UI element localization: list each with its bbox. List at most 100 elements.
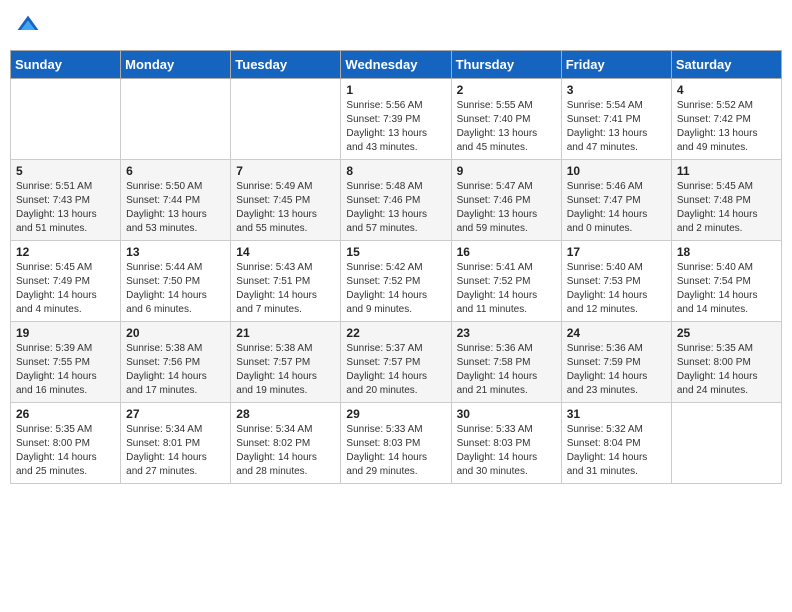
- logo: [16, 14, 42, 38]
- calendar-cell: 10Sunrise: 5:46 AM Sunset: 7:47 PM Dayli…: [561, 160, 671, 241]
- calendar-cell: 19 Sunrise: 5:39 AM Sunset: 7:55 PM Dayli…: [11, 322, 121, 403]
- calendar-cell: 30Sunrise: 5:33 AM Sunset: 8:03 PM Dayli…: [451, 403, 561, 484]
- calendar-cell: 3Sunrise: 5:54 AM Sunset: 7:41 PM Daylig…: [561, 79, 671, 160]
- calendar-cell: 2 Sunrise: 5:55 AM Sunset: 7:40 PM Daylig…: [451, 79, 561, 160]
- day-number: 13: [126, 245, 225, 259]
- day-number: 29: [346, 407, 445, 421]
- calendar-cell: 13 Sunrise: 5:44 AM Sunset: 7:50 PM Dayli…: [121, 241, 231, 322]
- calendar-cell: 1Sunrise: 5:56 AM Sunset: 7:39 PM Daylig…: [341, 79, 451, 160]
- calendar-cell: 20 Sunrise: 5:38 AM Sunset: 7:56 PM Dayli…: [121, 322, 231, 403]
- day-header-tuesday: Tuesday: [231, 51, 341, 79]
- calendar-cell: 16Sunrise: 5:41 AM Sunset: 7:52 PM Dayli…: [451, 241, 561, 322]
- day-info: Sunrise: 5:49 AM Sunset: 7:45 PM Dayligh…: [236, 180, 335, 236]
- calendar-cell: 5Sunrise: 5:51 AM Sunset: 7:43 PM Daylig…: [11, 160, 121, 241]
- day-number: 8: [346, 164, 445, 178]
- day-info: Sunrise: 5:55 AM Sunset: 7:40 PM Dayligh…: [457, 99, 556, 155]
- day-number: 10: [567, 164, 666, 178]
- day-info: Sunrise: 5:38 AM Sunset: 7:56 PM Dayligh…: [126, 342, 225, 398]
- logo-icon: [16, 14, 40, 38]
- calendar-cell: 24 Sunrise: 5:36 AM Sunset: 7:59 PM Dayli…: [561, 322, 671, 403]
- calendar-header-row: SundayMondayTuesdayWednesdayThursdayFrid…: [11, 51, 782, 79]
- calendar-cell: 6 Sunrise: 5:50 AM Sunset: 7:44 PM Daylig…: [121, 160, 231, 241]
- day-info: Sunrise: 5:51 AM Sunset: 7:43 PM Dayligh…: [16, 180, 115, 236]
- calendar-cell: 9 Sunrise: 5:47 AM Sunset: 7:46 PM Daylig…: [451, 160, 561, 241]
- day-number: 7: [236, 164, 335, 178]
- calendar-cell: 17 Sunrise: 5:40 AM Sunset: 7:53 PM Dayli…: [561, 241, 671, 322]
- day-info: Sunrise: 5:35 AM Sunset: 8:00 PM Dayligh…: [677, 342, 776, 398]
- day-header-monday: Monday: [121, 51, 231, 79]
- calendar-cell: [671, 403, 781, 484]
- calendar-cell: 22 Sunrise: 5:37 AM Sunset: 7:57 PM Dayli…: [341, 322, 451, 403]
- day-info: Sunrise: 5:44 AM Sunset: 7:50 PM Dayligh…: [126, 261, 225, 317]
- day-info: Sunrise: 5:32 AM Sunset: 8:04 PM Dayligh…: [567, 423, 666, 479]
- day-number: 18: [677, 245, 776, 259]
- day-info: Sunrise: 5:33 AM Sunset: 8:03 PM Dayligh…: [346, 423, 445, 479]
- day-info: Sunrise: 5:39 AM Sunset: 7:55 PM Dayligh…: [16, 342, 115, 398]
- calendar-cell: 23 Sunrise: 5:36 AM Sunset: 7:58 PM Dayli…: [451, 322, 561, 403]
- day-info: Sunrise: 5:36 AM Sunset: 7:59 PM Dayligh…: [567, 342, 666, 398]
- day-info: Sunrise: 5:37 AM Sunset: 7:57 PM Dayligh…: [346, 342, 445, 398]
- day-number: 6: [126, 164, 225, 178]
- day-info: Sunrise: 5:42 AM Sunset: 7:52 PM Dayligh…: [346, 261, 445, 317]
- day-header-wednesday: Wednesday: [341, 51, 451, 79]
- day-info: Sunrise: 5:40 AM Sunset: 7:53 PM Dayligh…: [567, 261, 666, 317]
- day-info: Sunrise: 5:52 AM Sunset: 7:42 PM Dayligh…: [677, 99, 776, 155]
- day-number: 27: [126, 407, 225, 421]
- day-number: 19: [16, 326, 115, 340]
- calendar-cell: 21 Sunrise: 5:38 AM Sunset: 7:57 PM Dayli…: [231, 322, 341, 403]
- day-header-sunday: Sunday: [11, 51, 121, 79]
- calendar-cell: 27 Sunrise: 5:34 AM Sunset: 8:01 PM Dayli…: [121, 403, 231, 484]
- calendar-cell: 8 Sunrise: 5:48 AM Sunset: 7:46 PM Daylig…: [341, 160, 451, 241]
- calendar-week-4: 19 Sunrise: 5:39 AM Sunset: 7:55 PM Dayli…: [11, 322, 782, 403]
- day-header-friday: Friday: [561, 51, 671, 79]
- calendar-table: SundayMondayTuesdayWednesdayThursdayFrid…: [10, 50, 782, 484]
- day-header-saturday: Saturday: [671, 51, 781, 79]
- day-number: 25: [677, 326, 776, 340]
- calendar-cell: 12 Sunrise: 5:45 AM Sunset: 7:49 PM Dayli…: [11, 241, 121, 322]
- day-number: 26: [16, 407, 115, 421]
- day-info: Sunrise: 5:54 AM Sunset: 7:41 PM Dayligh…: [567, 99, 666, 155]
- day-info: Sunrise: 5:38 AM Sunset: 7:57 PM Dayligh…: [236, 342, 335, 398]
- day-number: 21: [236, 326, 335, 340]
- day-info: Sunrise: 5:33 AM Sunset: 8:03 PM Dayligh…: [457, 423, 556, 479]
- day-number: 2: [457, 83, 556, 97]
- day-info: Sunrise: 5:45 AM Sunset: 7:49 PM Dayligh…: [16, 261, 115, 317]
- calendar-cell: 11Sunrise: 5:45 AM Sunset: 7:48 PM Dayli…: [671, 160, 781, 241]
- day-info: Sunrise: 5:34 AM Sunset: 8:02 PM Dayligh…: [236, 423, 335, 479]
- calendar-week-1: 1Sunrise: 5:56 AM Sunset: 7:39 PM Daylig…: [11, 79, 782, 160]
- calendar-week-5: 26 Sunrise: 5:35 AM Sunset: 8:00 PM Dayli…: [11, 403, 782, 484]
- calendar-cell: 4 Sunrise: 5:52 AM Sunset: 7:42 PM Daylig…: [671, 79, 781, 160]
- day-info: Sunrise: 5:47 AM Sunset: 7:46 PM Dayligh…: [457, 180, 556, 236]
- day-number: 4: [677, 83, 776, 97]
- calendar-cell: 31 Sunrise: 5:32 AM Sunset: 8:04 PM Dayli…: [561, 403, 671, 484]
- day-number: 12: [16, 245, 115, 259]
- day-number: 22: [346, 326, 445, 340]
- calendar-cell: 14Sunrise: 5:43 AM Sunset: 7:51 PM Dayli…: [231, 241, 341, 322]
- day-number: 9: [457, 164, 556, 178]
- day-number: 17: [567, 245, 666, 259]
- calendar-week-2: 5Sunrise: 5:51 AM Sunset: 7:43 PM Daylig…: [11, 160, 782, 241]
- day-number: 28: [236, 407, 335, 421]
- calendar-cell: [121, 79, 231, 160]
- day-number: 24: [567, 326, 666, 340]
- day-info: Sunrise: 5:50 AM Sunset: 7:44 PM Dayligh…: [126, 180, 225, 236]
- calendar-cell: 7 Sunrise: 5:49 AM Sunset: 7:45 PM Daylig…: [231, 160, 341, 241]
- day-info: Sunrise: 5:40 AM Sunset: 7:54 PM Dayligh…: [677, 261, 776, 317]
- day-info: Sunrise: 5:34 AM Sunset: 8:01 PM Dayligh…: [126, 423, 225, 479]
- calendar-week-3: 12 Sunrise: 5:45 AM Sunset: 7:49 PM Dayli…: [11, 241, 782, 322]
- calendar-cell: 15Sunrise: 5:42 AM Sunset: 7:52 PM Dayli…: [341, 241, 451, 322]
- day-number: 31: [567, 407, 666, 421]
- day-info: Sunrise: 5:48 AM Sunset: 7:46 PM Dayligh…: [346, 180, 445, 236]
- day-number: 20: [126, 326, 225, 340]
- day-info: Sunrise: 5:35 AM Sunset: 8:00 PM Dayligh…: [16, 423, 115, 479]
- day-number: 1: [346, 83, 445, 97]
- page-header: [10, 10, 782, 42]
- calendar-cell: 28 Sunrise: 5:34 AM Sunset: 8:02 PM Dayli…: [231, 403, 341, 484]
- day-info: Sunrise: 5:41 AM Sunset: 7:52 PM Dayligh…: [457, 261, 556, 317]
- calendar-cell: 18 Sunrise: 5:40 AM Sunset: 7:54 PM Dayli…: [671, 241, 781, 322]
- day-info: Sunrise: 5:36 AM Sunset: 7:58 PM Dayligh…: [457, 342, 556, 398]
- calendar-cell: 29 Sunrise: 5:33 AM Sunset: 8:03 PM Dayli…: [341, 403, 451, 484]
- calendar-cell: [11, 79, 121, 160]
- day-number: 23: [457, 326, 556, 340]
- day-info: Sunrise: 5:43 AM Sunset: 7:51 PM Dayligh…: [236, 261, 335, 317]
